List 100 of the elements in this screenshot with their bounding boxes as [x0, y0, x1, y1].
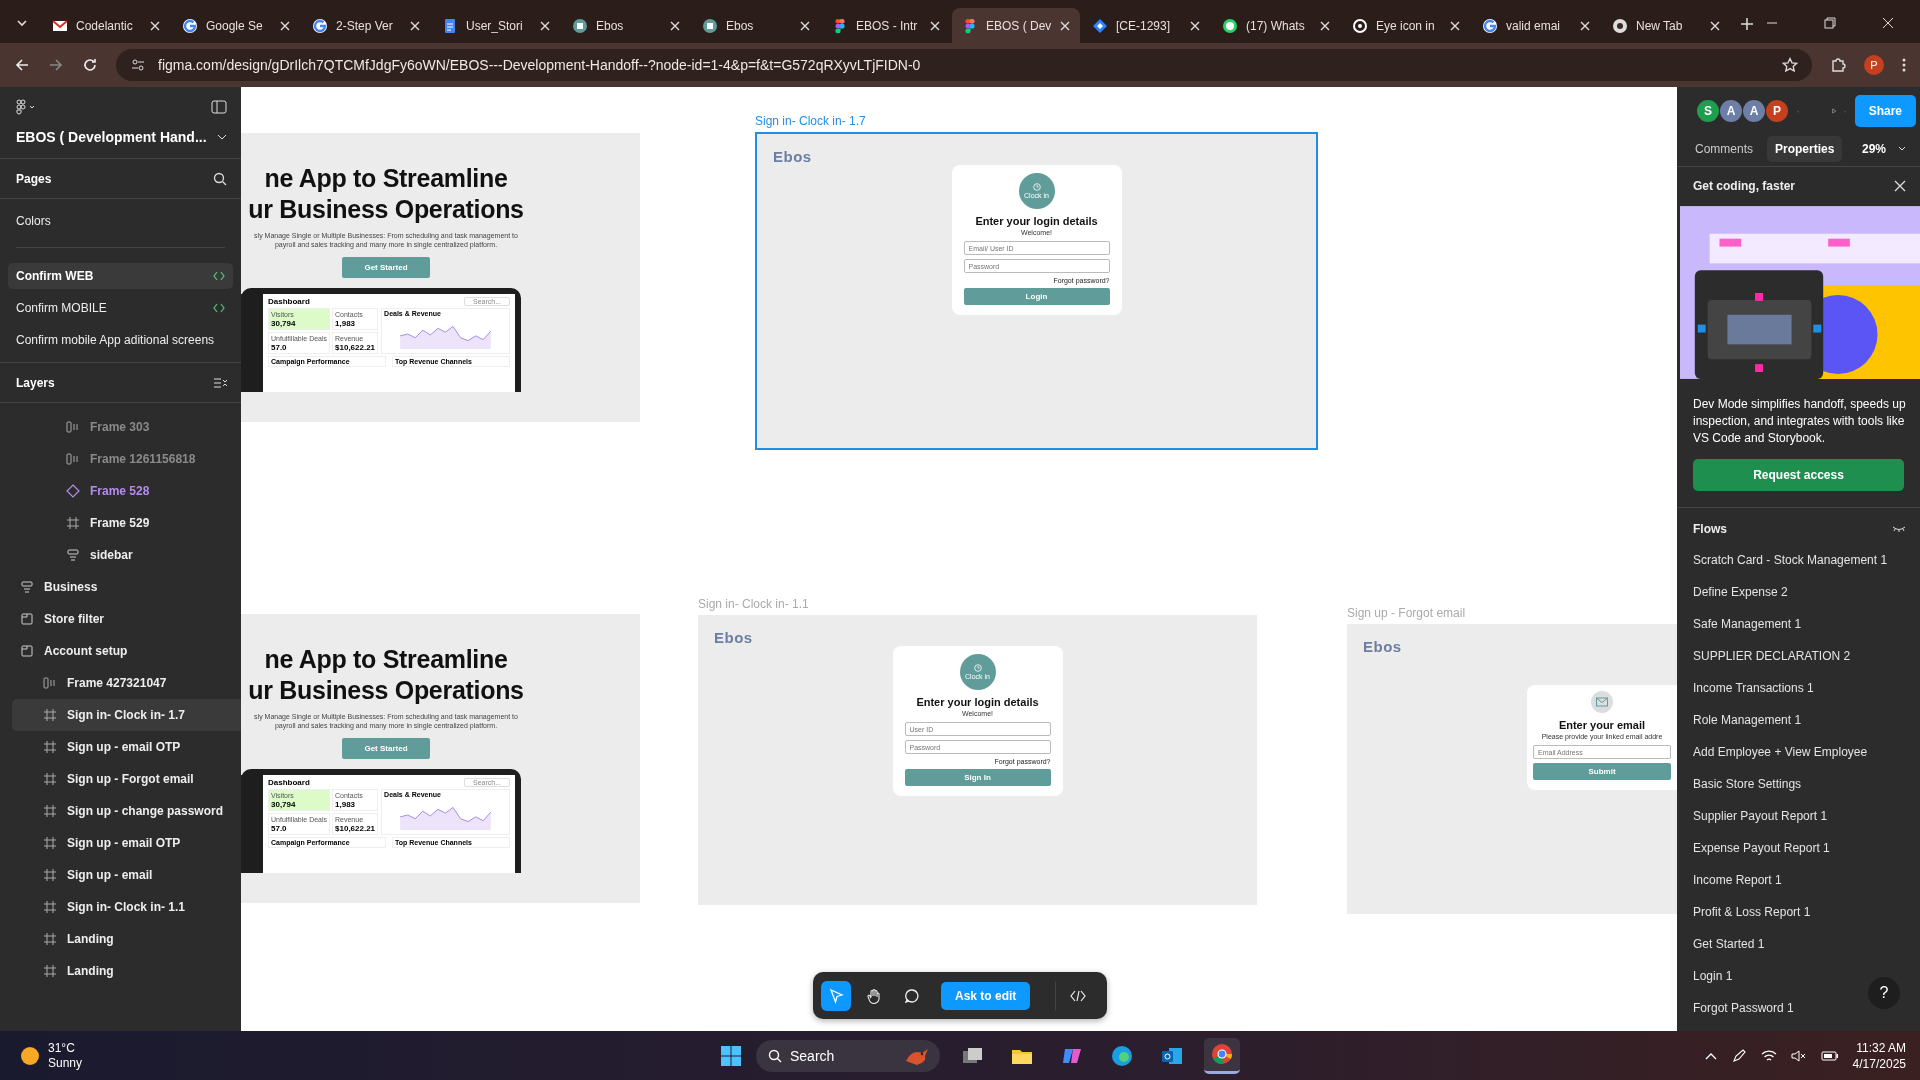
flow-item[interactable]: Scratch Card - Stock Management 1	[1693, 544, 1920, 576]
chevron-up-icon[interactable]	[1704, 1051, 1717, 1060]
layer-item[interactable]: Frame 427321047	[12, 667, 241, 699]
search-icon[interactable]	[213, 171, 227, 186]
layer-item[interactable]: Sign in- Clock in- 1.1	[12, 891, 241, 923]
collapse-layers-icon[interactable]	[213, 376, 227, 389]
flow-item[interactable]: Income Report 1	[1693, 864, 1920, 896]
tool-button[interactable]	[821, 980, 851, 1011]
taskbar-search-field[interactable]: Search	[756, 1039, 940, 1072]
flow-item[interactable]: SUPPLIER DECLARATION 2	[1693, 640, 1920, 672]
close-icon[interactable]	[540, 20, 550, 31]
page-item[interactable]: Confirm mobile App aditional screens	[8, 327, 233, 353]
puzzle-icon[interactable]	[1830, 57, 1846, 73]
close-icon[interactable]	[150, 20, 160, 31]
frame-label[interactable]: Sign in- Clock in- 1.7	[755, 114, 1318, 128]
taskbar-app[interactable]	[1204, 1037, 1240, 1074]
browser-tab[interactable]: valid emai	[1472, 8, 1600, 43]
browser-tab[interactable]: EBOS - Intr	[822, 8, 950, 43]
layer-item[interactable]: Sign up - email OTP	[12, 827, 241, 859]
close-icon[interactable]	[410, 20, 420, 31]
layer-item[interactable]: Landing	[12, 923, 241, 955]
layer-item[interactable]: sidebar	[12, 539, 241, 571]
flow-item[interactable]: Profit & Loss Report 1	[1693, 896, 1920, 928]
layer-item[interactable]: Frame 303	[12, 411, 241, 443]
flow-item[interactable]: Basic Store Settings	[1693, 768, 1920, 800]
close-icon[interactable]	[1710, 20, 1720, 31]
file-name[interactable]: EBOS ( Development Hand...	[16, 129, 207, 145]
layer-item[interactable]: Account setup	[12, 635, 241, 667]
address-field[interactable]: figma.com/design/gDrIlch7QTCMfJdgFy6oWN/EBOS---Development-Handoff--?node-id=1-4&p=f&t=G572qRXyvLTjFIDN-0	[116, 49, 1812, 81]
sidebar-toggle-icon[interactable]	[211, 100, 227, 114]
layer-item[interactable]: Sign up - change password	[12, 795, 241, 827]
help-button[interactable]: ?	[1868, 977, 1900, 1009]
close-icon[interactable]	[1320, 20, 1330, 31]
back-icon[interactable]	[14, 57, 30, 73]
close-icon[interactable]	[1450, 20, 1460, 31]
request-access-button[interactable]: Request access	[1693, 459, 1904, 491]
browser-tab[interactable]: Google Se	[172, 8, 300, 43]
layer-item[interactable]: Sign in- Clock in- 1.7	[12, 699, 241, 731]
browser-tab[interactable]: EBOS ( Dev	[952, 8, 1080, 43]
layer-item[interactable]: Frame 528	[12, 475, 241, 507]
close-icon[interactable]	[930, 20, 940, 31]
close-icon[interactable]	[1894, 180, 1906, 192]
close-icon[interactable]	[800, 20, 810, 31]
chevron-down-icon[interactable]	[217, 134, 227, 140]
speaker-muted-icon[interactable]	[1790, 1048, 1807, 1063]
browser-tab[interactable]: (17) Whats	[1212, 8, 1340, 43]
frame[interactable]	[241, 614, 640, 903]
page-item[interactable]: Confirm MOBILE	[8, 295, 233, 321]
browser-tab[interactable]: Codelantic	[42, 8, 170, 43]
flow-item[interactable]: Define Expense 2	[1693, 576, 1920, 608]
zoom-dropdown[interactable]: 29%	[1861, 141, 1910, 156]
pen-icon[interactable]	[1730, 1047, 1747, 1064]
profile-avatar[interactable]: P	[1864, 55, 1884, 75]
flow-item[interactable]: Expense Payout Report 1	[1693, 832, 1920, 864]
flow-item[interactable]: Income Transactions 1	[1693, 672, 1920, 704]
reload-icon[interactable]	[82, 57, 98, 73]
panel-tab[interactable]: Properties	[1767, 135, 1843, 162]
layer-item[interactable]: Sign up - email OTP	[12, 731, 241, 763]
layer-item[interactable]: Store filter	[12, 603, 241, 635]
close-icon[interactable]	[670, 20, 680, 31]
flow-item[interactable]: Safe Management 1	[1693, 608, 1920, 640]
windows-start-icon[interactable]	[720, 1044, 742, 1067]
layer-item[interactable]: Business	[12, 571, 241, 603]
layer-item[interactable]: Sign up - Forgot email	[12, 763, 241, 795]
user-avatar[interactable]: A	[1743, 100, 1765, 122]
wifi-icon[interactable]	[1760, 1048, 1777, 1063]
forward-icon[interactable]	[48, 57, 64, 73]
more-icon[interactable]	[1902, 57, 1906, 73]
browser-tab[interactable]: User_Stori	[432, 8, 560, 43]
page-item[interactable]: Colors	[8, 208, 233, 234]
browser-tab[interactable]: [CE-1293]	[1082, 8, 1210, 43]
browser-tab[interactable]: Eye icon in	[1342, 8, 1470, 43]
browser-tab[interactable]: New Tab	[1602, 8, 1730, 43]
flow-item[interactable]: Role Management 1	[1693, 704, 1920, 736]
flow-item[interactable]: Supplier Payout Report 1	[1693, 800, 1920, 832]
browser-tab[interactable]: Ebos	[692, 8, 820, 43]
panel-tab[interactable]: Comments	[1687, 135, 1761, 162]
site-settings-icon[interactable]	[130, 57, 146, 73]
layer-item[interactable]: Sign up - email	[12, 859, 241, 891]
flow-item[interactable]: Add Employee + View Employee	[1693, 736, 1920, 768]
close-icon[interactable]	[1060, 20, 1070, 31]
layer-item[interactable]: Frame 1261156818	[12, 443, 241, 475]
battery-icon[interactable]	[1820, 1049, 1839, 1062]
close-icon[interactable]	[1190, 20, 1200, 31]
page-item[interactable]: Confirm WEB	[8, 263, 233, 289]
close-icon[interactable]	[1882, 17, 1894, 29]
close-icon[interactable]	[280, 20, 290, 31]
layer-item[interactable]: Frame 529	[12, 507, 241, 539]
browser-tab[interactable]: 2-Step Ver	[302, 8, 430, 43]
new-tab-icon[interactable]	[1740, 17, 1754, 31]
layer-item[interactable]: Landing	[12, 955, 241, 987]
frame[interactable]	[241, 133, 640, 422]
user-avatar[interactable]: A	[1720, 100, 1742, 122]
browser-tab[interactable]: Ebos	[562, 8, 690, 43]
close-icon[interactable]	[1580, 20, 1590, 31]
restore-icon[interactable]	[1824, 17, 1836, 29]
eye-closed-icon[interactable]	[1892, 525, 1906, 533]
star-icon[interactable]	[1782, 57, 1798, 73]
flow-item[interactable]: Get Started 1	[1693, 928, 1920, 960]
user-avatar[interactable]: P	[1766, 100, 1788, 122]
